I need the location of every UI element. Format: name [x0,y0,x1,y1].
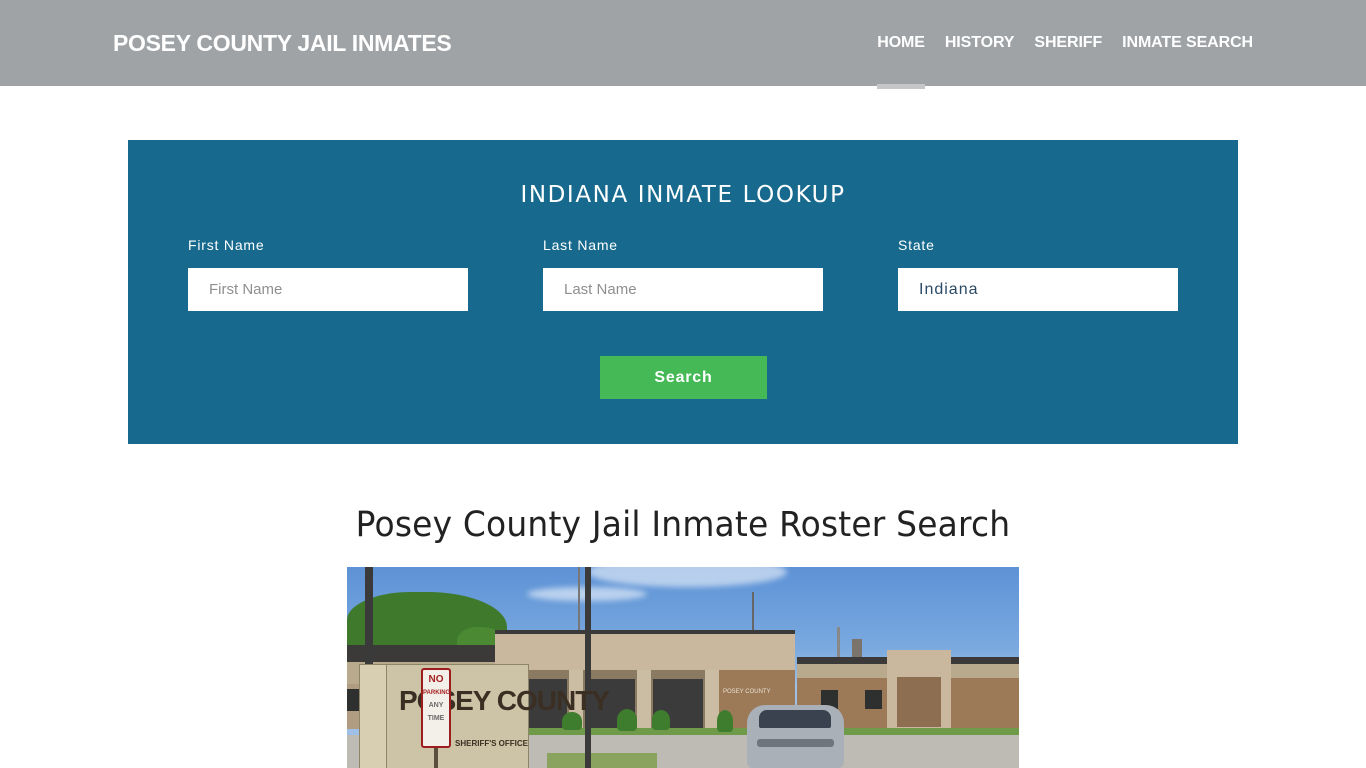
sheriff-office-photo: POSEY COUNTY POSEY COUNTY SHERIFF'S OFFI… [347,567,1019,768]
bush [617,709,637,731]
main-nav: HOME HISTORY SHERIFF INMATE SEARCH [867,34,1253,89]
search-button[interactable]: Search [600,356,767,399]
building-plaque: POSEY COUNTY [723,689,771,695]
antenna [578,567,580,632]
inmate-lookup-panel: INDIANA INMATE LOOKUP First Name Last Na… [128,140,1238,444]
page-title: Posey County Jail Inmate Roster Search [355,505,1011,545]
car-grille [757,739,834,747]
car-windshield [759,710,831,728]
first-name-label: First Name [188,237,265,253]
light-pole [365,567,373,667]
lookup-title: INDIANA INMATE LOOKUP [520,182,846,208]
window [347,689,359,711]
antenna [752,592,754,634]
site-brand[interactable]: POSEY COUNTY JAIL INMATES [113,30,452,57]
brick-panel [897,677,941,727]
last-name-input[interactable] [543,268,823,311]
industrial-structure [852,639,862,657]
no-parking-line: NO [428,674,444,685]
bush [652,710,670,730]
smokestack [837,627,840,657]
cloud [587,567,787,587]
window [865,690,882,709]
nav-history[interactable]: HISTORY [935,34,1025,52]
no-parking-sign: NO PARKING ANY TIME [421,668,451,748]
sign-post [359,664,387,768]
nav-inmate-search[interactable]: INMATE SEARCH [1112,34,1253,52]
sign-post [434,748,438,768]
first-name-group: First Name [188,237,468,311]
no-parking-line: TIME [427,715,445,722]
nav-home[interactable]: HOME [867,34,935,89]
no-parking-line: PARKING [423,690,451,696]
first-name-input[interactable] [188,268,468,311]
site-header: POSEY COUNTY JAIL INMATES HOME HISTORY S… [0,0,1366,89]
state-input[interactable] [898,268,1178,311]
last-name-group: Last Name [543,237,823,311]
nav-sheriff[interactable]: SHERIFF [1024,34,1112,52]
last-name-label: Last Name [543,237,618,253]
state-label: State [898,237,935,253]
light-pole [585,567,591,768]
no-parking-line: ANY [428,702,444,709]
lawn-strip [547,753,657,768]
state-group: State [898,237,1178,311]
sign-subtext: SHERIFF'S OFFICE [455,739,529,748]
bush [717,710,733,732]
building-facade [495,634,795,670]
pillar [637,670,651,735]
